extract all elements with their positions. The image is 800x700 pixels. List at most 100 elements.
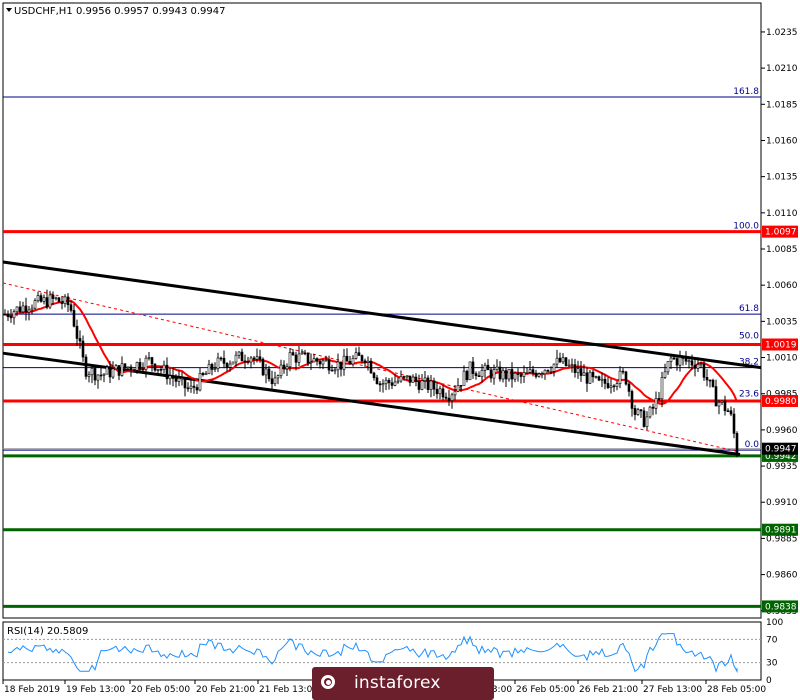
candle-body xyxy=(135,362,139,371)
y-tick-label: 1.0235 xyxy=(766,28,798,38)
candle-body xyxy=(147,357,151,359)
candle-body xyxy=(315,358,319,362)
y-tick-label: 1.0210 xyxy=(766,64,798,74)
candle-body xyxy=(630,391,634,409)
candle-body xyxy=(282,364,286,370)
candle-body xyxy=(48,294,52,308)
candle-body xyxy=(84,356,88,377)
candle-body xyxy=(486,364,490,371)
candle-body xyxy=(372,372,376,379)
candle-body xyxy=(525,372,529,374)
candle-body xyxy=(489,369,493,379)
candle-body xyxy=(402,376,406,378)
y-tick-label: 1.0010 xyxy=(766,354,798,364)
candle-body xyxy=(477,375,481,377)
candle-body xyxy=(324,359,328,362)
candle-body xyxy=(93,368,97,381)
candle-body xyxy=(528,369,532,373)
candle-body xyxy=(417,381,421,390)
candle-body xyxy=(39,295,43,302)
candle-body xyxy=(201,372,205,376)
x-tick-label: 19 Feb 13:00 xyxy=(66,685,125,695)
candle-body xyxy=(327,359,331,371)
y-tick-label: 0.9885 xyxy=(766,534,798,544)
candle-body xyxy=(246,361,250,363)
candle-body xyxy=(636,409,640,415)
candle-body xyxy=(258,356,262,360)
candle-body xyxy=(180,377,184,379)
candle-body xyxy=(522,372,526,377)
candle-body xyxy=(225,363,229,368)
candle-body xyxy=(162,364,166,370)
y-tick-label: 1.0060 xyxy=(766,281,798,291)
candle-body xyxy=(237,351,241,356)
candle-body xyxy=(570,364,574,366)
candle-body xyxy=(330,369,334,372)
candle-body xyxy=(534,372,538,377)
candle-body xyxy=(60,301,64,304)
candle-body xyxy=(456,385,460,392)
candle-body xyxy=(396,380,400,383)
candle-body xyxy=(669,357,673,362)
candle-body xyxy=(192,385,196,388)
candle-body xyxy=(441,388,445,398)
candle-body xyxy=(42,297,46,302)
candle-body xyxy=(132,369,136,372)
candle-body xyxy=(189,385,193,389)
candle-body xyxy=(618,370,622,384)
watermark-text: instaforex xyxy=(354,673,441,693)
candle-body xyxy=(729,410,733,415)
candle-body xyxy=(378,383,382,386)
candle-body xyxy=(99,374,103,377)
candle-body xyxy=(576,368,580,373)
candle-body xyxy=(720,400,724,403)
candle-body xyxy=(117,365,121,376)
candle-body xyxy=(504,370,508,380)
candle-body xyxy=(663,371,667,378)
candle-body xyxy=(279,364,283,376)
candle-body xyxy=(645,416,649,427)
candle-body xyxy=(126,366,130,369)
candle-body xyxy=(558,357,562,363)
candle-body xyxy=(120,363,124,376)
x-tick-label: 18 Feb 2019 xyxy=(4,685,60,695)
candle-body xyxy=(600,378,604,381)
candle-body xyxy=(666,361,670,373)
x-tick-label: 20 Feb 05:00 xyxy=(131,685,190,695)
candle-body xyxy=(150,357,154,365)
candle-body xyxy=(267,368,271,380)
candle-body xyxy=(687,360,691,363)
candle-body xyxy=(435,388,439,395)
symbol-label: USDCHF,H1 xyxy=(14,6,73,17)
candle-body xyxy=(21,305,25,313)
fib-label-1: 100.0 xyxy=(733,222,759,232)
candle-body xyxy=(519,374,523,377)
candle-body xyxy=(27,309,31,313)
candle-body xyxy=(207,364,211,375)
candle-body xyxy=(690,360,694,366)
candle-body xyxy=(369,360,373,374)
candle-body xyxy=(114,365,118,370)
y-tick-label: 0.9960 xyxy=(766,426,798,436)
candle-body xyxy=(249,357,253,363)
candle-body xyxy=(168,375,172,380)
candle-body xyxy=(660,377,664,400)
candle-body xyxy=(510,369,514,380)
candle-body xyxy=(399,376,403,382)
main-plot-area xyxy=(2,2,762,619)
candle-body xyxy=(459,385,463,387)
candle-body xyxy=(474,373,478,376)
candle-body xyxy=(603,378,607,384)
candle-body xyxy=(78,338,82,342)
candle-body xyxy=(276,375,280,379)
candle-body xyxy=(144,357,148,370)
candle-body xyxy=(429,380,433,390)
y-tick-label: 1.0110 xyxy=(766,209,798,219)
candle-body xyxy=(495,366,499,370)
candle-body xyxy=(573,364,577,373)
candle-body xyxy=(294,354,298,363)
candle-body xyxy=(360,355,364,362)
candlestick-chart: 161.8100.061.850.038.223.60.0 1.02351.02… xyxy=(2,2,798,695)
candle-body xyxy=(186,387,190,390)
candle-body xyxy=(639,409,643,412)
